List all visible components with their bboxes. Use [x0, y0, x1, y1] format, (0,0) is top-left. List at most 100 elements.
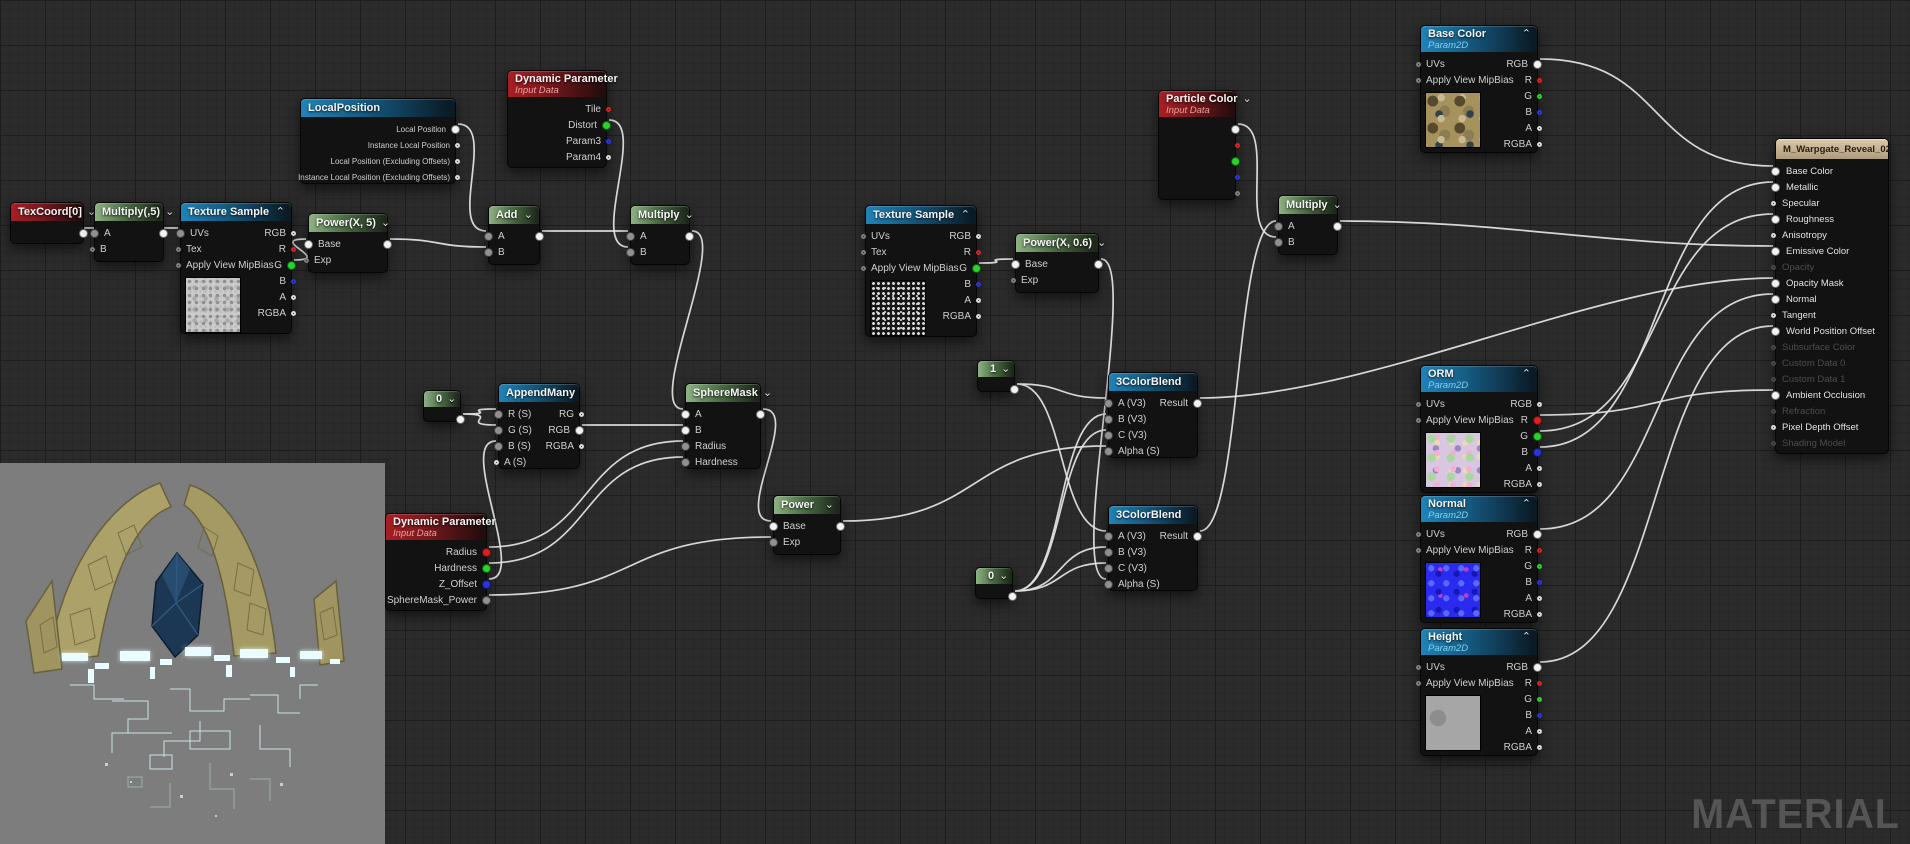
- pin-g[interactable]: [1537, 93, 1542, 99]
- pin-out[interactable]: [383, 239, 392, 249]
- pin-alpha-s-[interactable]: [1104, 446, 1113, 456]
- pin-base-color[interactable]: [1771, 166, 1780, 176]
- collapse-chevron-up-icon[interactable]: ⌃: [1517, 29, 1531, 40]
- pin-custom-data-0[interactable]: [1771, 360, 1776, 366]
- node-texcoord[interactable]: TexCoord[0] ⌄: [10, 202, 96, 244]
- pin-b-s-[interactable]: [494, 441, 503, 451]
- pin-out[interactable]: [535, 231, 544, 241]
- pin-apply-view-mipbias[interactable]: [1416, 547, 1421, 553]
- node-texsample2[interactable]: Texture Sample ⌃ UVs Tex Apply View MipBias R…: [861, 205, 981, 337]
- pin-uvs[interactable]: [1416, 401, 1421, 407]
- pin-param3[interactable]: [606, 138, 611, 144]
- pin-a-s-[interactable]: [494, 459, 499, 465]
- pin-specular[interactable]: [1771, 200, 1776, 206]
- pin-shading-model[interactable]: [1771, 440, 1776, 446]
- pin-b[interactable]: [1537, 712, 1542, 718]
- pin-ambient-occlusion[interactable]: [1771, 390, 1780, 400]
- pin-out[interactable]: [1008, 591, 1017, 601]
- collapse-chevron-down-icon[interactable]: ⌄: [1092, 238, 1106, 249]
- pin-out[interactable]: [1333, 221, 1342, 231]
- pin-a[interactable]: [1537, 595, 1542, 601]
- pin-g[interactable]: [1537, 696, 1542, 702]
- collapse-chevron-up-icon[interactable]: ⌃: [1517, 369, 1531, 380]
- node-const1[interactable]: 1 ⌄: [977, 360, 1019, 394]
- pin-rgba[interactable]: [1537, 611, 1542, 617]
- node-header[interactable]: Dynamic Parameter Input Data: [508, 71, 618, 97]
- pin-rgb[interactable]: [1533, 529, 1542, 539]
- node-header[interactable]: Particle Color ⌄ Input Data: [1159, 91, 1252, 117]
- pin-out[interactable]: [1235, 190, 1240, 196]
- node-header[interactable]: 1 ⌄: [978, 361, 1014, 377]
- pin-g-s-[interactable]: [494, 425, 503, 435]
- pin-uvs[interactable]: [176, 228, 185, 238]
- pin-world-position-offset[interactable]: [1771, 326, 1780, 336]
- pin-normal[interactable]: [1771, 294, 1780, 304]
- node-add[interactable]: Add ⌄ A B: [484, 205, 544, 265]
- node-multiply2[interactable]: Multiply ⌄ A B: [626, 205, 694, 265]
- node-header[interactable]: Power(X, 5) ⌄: [309, 214, 390, 232]
- node-header[interactable]: Power ⌄: [774, 496, 840, 514]
- pin-b[interactable]: [291, 278, 296, 284]
- pin-rgba[interactable]: [579, 443, 584, 449]
- collapse-chevron-down-icon[interactable]: ⌄: [680, 210, 694, 221]
- node-header[interactable]: Texture Sample ⌃: [866, 206, 976, 224]
- pin-tex[interactable]: [861, 249, 866, 255]
- node-particlecolor[interactable]: Particle Color ⌄ Input Data: [1158, 90, 1252, 200]
- pin-tangent[interactable]: [1771, 312, 1776, 318]
- collapse-chevron-down-icon[interactable]: ⌄: [376, 218, 390, 229]
- pin-spheremask-power[interactable]: [482, 595, 491, 605]
- pin-a[interactable]: [1274, 221, 1283, 231]
- pin-rgba[interactable]: [1537, 141, 1542, 147]
- node-header[interactable]: Power(X, 0.6) ⌄: [1016, 234, 1106, 252]
- pin-a[interactable]: [90, 228, 99, 238]
- pin-r[interactable]: [291, 246, 296, 252]
- pin-radius[interactable]: [482, 547, 491, 557]
- pin-apply-view-mipbias[interactable]: [861, 265, 866, 271]
- node-header[interactable]: Multiply(,5) ⌄: [95, 203, 174, 221]
- node-header[interactable]: 3ColorBlend: [1109, 506, 1197, 524]
- pin-r[interactable]: [1537, 680, 1542, 686]
- pin-b[interactable]: [90, 246, 95, 252]
- pin-out[interactable]: [1010, 384, 1019, 394]
- node-header[interactable]: 3ColorBlend: [1109, 373, 1197, 391]
- node-orm[interactable]: ORM ⌃ Param2D UVs Apply View MipBias RGB R G B A R…: [1416, 365, 1542, 493]
- pin-alpha-s-[interactable]: [1104, 579, 1113, 589]
- pin-rgba[interactable]: [1537, 481, 1542, 487]
- pin-r[interactable]: [1537, 77, 1542, 83]
- node-appendmany[interactable]: AppendMany R (S) G (S) B (S) A (S) RG RGB RGBA: [494, 383, 584, 469]
- node-spheremask[interactable]: SphereMask ⌄ A B Radius Hardness: [681, 383, 772, 469]
- pin-out[interactable]: [159, 228, 168, 238]
- node-dynparam-bot[interactable]: Dynamic Parameter Input Data Radius Hardnes…: [385, 513, 496, 611]
- pin-r[interactable]: [976, 249, 981, 255]
- collapse-chevron-up-icon[interactable]: ⌃: [956, 210, 970, 221]
- node-header[interactable]: Multiply ⌄: [631, 206, 694, 224]
- pin-rgb[interactable]: [976, 233, 981, 239]
- pin-rgb[interactable]: [1537, 401, 1542, 407]
- pin-b[interactable]: [1533, 447, 1542, 457]
- pin-a[interactable]: [1537, 728, 1542, 734]
- pin-g[interactable]: [972, 263, 981, 273]
- collapse-chevron-down-icon[interactable]: ⌄: [1238, 94, 1252, 105]
- pin-a-v3-[interactable]: [1104, 398, 1113, 408]
- pin-rgba[interactable]: [291, 310, 296, 316]
- pin-rgb[interactable]: [1533, 59, 1542, 69]
- pin-result[interactable]: [1193, 531, 1202, 541]
- pin-g[interactable]: [1537, 563, 1542, 569]
- pin-out[interactable]: [1231, 156, 1240, 166]
- pin-b[interactable]: [1537, 579, 1542, 585]
- pin-r-s-[interactable]: [494, 409, 503, 419]
- node-header[interactable]: TexCoord[0] ⌄: [11, 203, 96, 221]
- pin-out[interactable]: [1235, 174, 1240, 180]
- pin-local-position[interactable]: [451, 124, 460, 134]
- node-header[interactable]: LocalPosition: [301, 99, 455, 117]
- collapse-chevron-down-icon[interactable]: ⌄: [1328, 200, 1342, 211]
- pin-z-offset[interactable]: [482, 579, 491, 589]
- pin-opacity[interactable]: [1771, 264, 1776, 270]
- pin-rg[interactable]: [579, 411, 584, 417]
- pin-b[interactable]: [681, 425, 690, 435]
- node-colorblend2[interactable]: 3ColorBlend A (V3) B (V3) C (V3) Alpha (S) Re…: [1104, 505, 1202, 591]
- collapse-chevron-down-icon[interactable]: ⌄: [994, 571, 1008, 582]
- collapse-chevron-down-icon[interactable]: ⌄: [442, 394, 456, 405]
- pin-a[interactable]: [1537, 125, 1542, 131]
- pin-b[interactable]: [626, 247, 635, 257]
